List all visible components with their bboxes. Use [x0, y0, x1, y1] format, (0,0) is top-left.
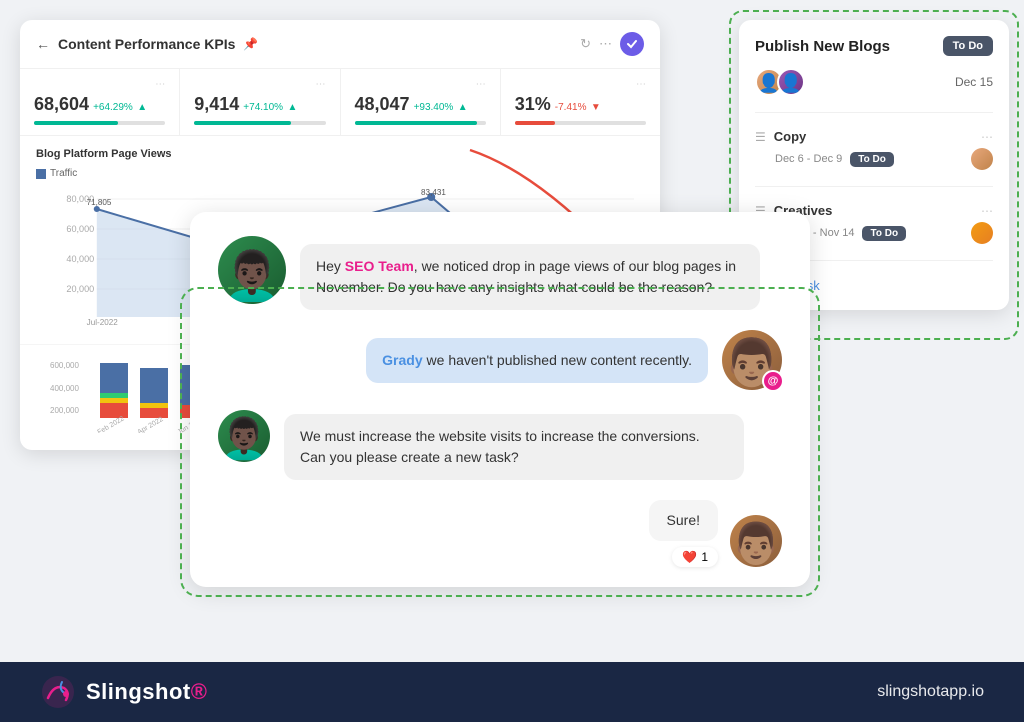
chat-bubble-2-text: we haven't published new content recentl… [423, 352, 692, 368]
task-copy-name: Copy [774, 129, 981, 144]
metric-4-change: -7.41% [555, 102, 587, 113]
task-due-date: Dec 15 [955, 75, 993, 89]
task-panel-title: Publish New Blogs [755, 38, 890, 55]
svg-text:200,000: 200,000 [50, 406, 79, 415]
metric-4-value: 31% [515, 94, 551, 114]
chat-message-3: 👨🏿‍🦱 We must increase the website visits… [218, 410, 782, 480]
more-icon[interactable]: ⋯ [599, 36, 612, 52]
svg-text:600,000: 600,000 [50, 361, 79, 370]
main-content: ← Content Performance KPIs 📌 ↻ ⋯ ⋯ 68,60… [0, 0, 1024, 662]
chat-avatar-1: 👨🏿‍🦱 [218, 236, 286, 304]
metric-1: ⋯ 68,604+64.29% ▲ [20, 69, 180, 135]
task-copy-status: To Do [850, 152, 894, 167]
task-creatives-avatar [971, 222, 993, 244]
task-icon-copy: ☰ [755, 130, 766, 144]
slingshot-logo-icon [40, 674, 76, 710]
svg-text:Apr 2022: Apr 2022 [136, 416, 164, 433]
back-arrow-icon[interactable]: ← [36, 36, 50, 52]
legend-dot [36, 169, 46, 179]
chat-bubble-3-text: We must increase the website visits to i… [300, 428, 700, 465]
chat-message-2: 👨🏽 @ Grady we haven't published new cont… [218, 330, 782, 390]
chat-bubble-4: Sure! [649, 500, 718, 541]
kpi-header: ← Content Performance KPIs 📌 ↻ ⋯ [20, 20, 660, 69]
svg-text:71,805: 71,805 [87, 198, 112, 207]
metric-2-dots[interactable]: ⋯ [316, 79, 326, 90]
chat-seo-mention: SEO Team [345, 258, 414, 274]
task-copy-avatar [971, 148, 993, 170]
chat-grady-mention: Grady [382, 352, 422, 368]
footer-url: slingshotapp.io [877, 683, 984, 701]
footer-bar: Slingshot® slingshotapp.io [0, 662, 1024, 722]
metric-2: ⋯ 9,414+74.10% ▲ [180, 69, 340, 135]
chat-bubble-1: Hey SEO Team, we noticed drop in page vi… [300, 244, 760, 310]
task-copy-dots[interactable]: ⋯ [981, 130, 993, 144]
reaction-count: 1 [701, 550, 708, 564]
task-panel-header: Publish New Blogs To Do [755, 36, 993, 56]
at-badge: @ [762, 370, 784, 392]
metric-1-dots[interactable]: ⋯ [155, 79, 165, 90]
svg-text:40,000: 40,000 [66, 254, 94, 264]
chat-avatar-2-wrapper: 👨🏽 @ [722, 330, 782, 390]
legend-label: Traffic [50, 168, 77, 179]
footer-logo: Slingshot® [40, 674, 207, 710]
svg-text:20,000: 20,000 [66, 284, 94, 294]
chat-text-before: Hey [316, 258, 345, 274]
task-creatives-status: To Do [862, 226, 906, 241]
chat-message-1: 👨🏿‍🦱 Hey SEO Team, we noticed drop in pa… [218, 236, 782, 310]
refresh-icon[interactable]: ↻ [580, 36, 591, 52]
metric-3-change: +93.40% [414, 102, 454, 113]
svg-text:400,000: 400,000 [50, 384, 79, 393]
chat-bubble-2: Grady we haven't published new content r… [366, 338, 708, 383]
metric-3-dots[interactable]: ⋯ [476, 79, 486, 90]
task-date-row: 👤 👤 Dec 15 [755, 68, 993, 96]
svg-text:83,431: 83,431 [421, 188, 446, 197]
metric-1-change: +64.29% [93, 102, 133, 113]
chat-avatar-4: 👨🏽 [730, 515, 782, 567]
task-status-badge: To Do [943, 36, 993, 56]
task-item-copy: ☰ Copy ⋯ Dec 6 - Dec 9 To Do [755, 121, 993, 178]
active-mode-icon[interactable] [620, 32, 644, 56]
svg-text:60,000: 60,000 [66, 224, 94, 234]
task-creatives-dots[interactable]: ⋯ [981, 204, 993, 218]
kpi-title: Content Performance KPIs [58, 36, 235, 52]
metric-4: ⋯ 31%-7.41% ▼ [501, 69, 660, 135]
task-avatars: 👤 👤 [755, 68, 805, 96]
task-divider-2 [755, 186, 993, 187]
footer-logo-text: Slingshot® [86, 679, 207, 705]
metric-3-value: 48,047 [355, 94, 410, 114]
metric-4-dots[interactable]: ⋯ [636, 79, 646, 90]
pin-icon: 📌 [243, 37, 258, 51]
task-divider [755, 112, 993, 113]
logo-word: Slingshot [86, 679, 191, 704]
avatar-2: 👤 [777, 68, 805, 96]
logo-dot: ® [191, 679, 208, 704]
chart-title: Blog Platform Page Views [36, 148, 644, 160]
svg-text:Jul-2022: Jul-2022 [87, 318, 119, 327]
metric-2-value: 9,414 [194, 94, 239, 114]
metric-1-value: 68,604 [34, 94, 89, 114]
task-copy-dates: Dec 6 - Dec 9 [775, 153, 842, 165]
chat-message-4: Sure! ❤️ 1 👨🏽 [218, 500, 782, 567]
reaction-row: ❤️ 1 [672, 547, 718, 567]
chat-panel: 👨🏿‍🦱 Hey SEO Team, we noticed drop in pa… [190, 212, 810, 587]
metric-3: ⋯ 48,047+93.40% ▲ [341, 69, 501, 135]
metric-2-change: +74.10% [243, 102, 283, 113]
chat-sure-text: Sure! [667, 512, 700, 528]
chat-bubble-3: We must increase the website visits to i… [284, 414, 744, 480]
chat-avatar-3: 👨🏿‍🦱 [218, 410, 270, 462]
kpi-metrics-row: ⋯ 68,604+64.29% ▲ ⋯ 9,414+74.10% ▲ ⋯ 48,… [20, 69, 660, 136]
reaction-emoji: ❤️ [682, 550, 697, 564]
